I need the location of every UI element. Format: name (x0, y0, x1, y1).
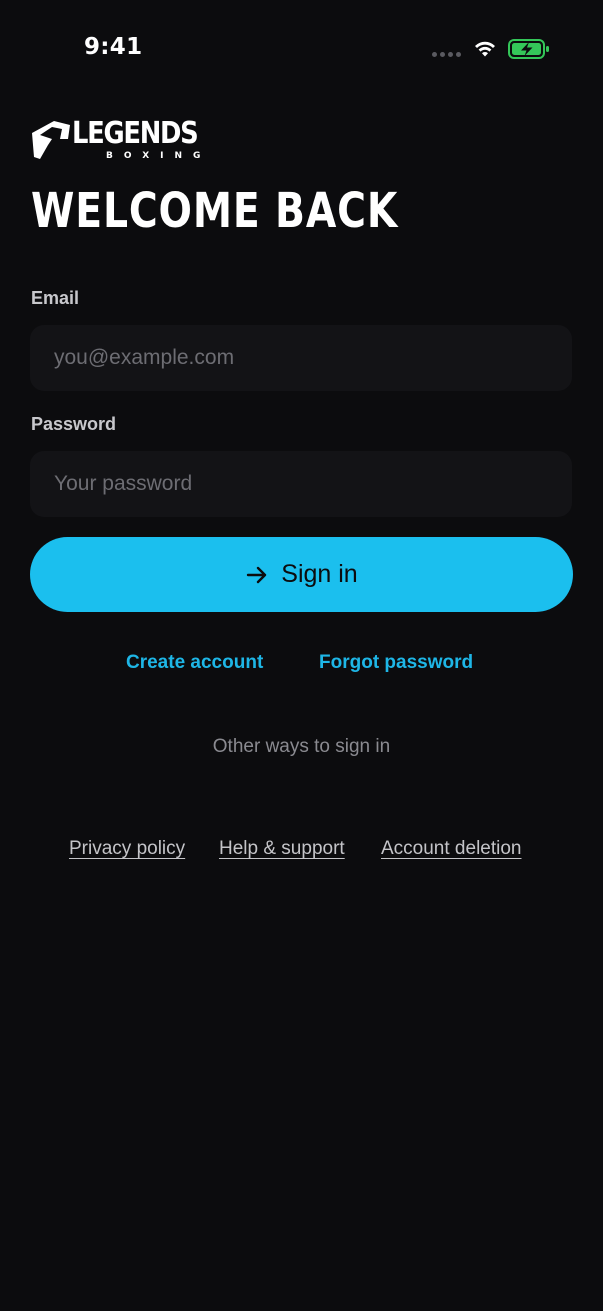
signal-dots-icon (432, 52, 461, 57)
email-label: Email (31, 288, 80, 308)
page-title: WELCOME BACK (31, 183, 399, 239)
status-bar: 9:41 (0, 0, 603, 96)
password-field[interactable] (30, 451, 572, 517)
legends-boxing-logo: LEGENDS BOXING (30, 117, 202, 163)
privacy-policy-link[interactable]: Privacy policy (69, 838, 185, 860)
password-label: Password (31, 414, 117, 434)
account-deletion-link[interactable]: Account deletion (381, 838, 522, 860)
logo-subtitle: BOXING (106, 151, 212, 161)
logo-wordmark: LEGENDS (72, 116, 199, 151)
logo-mark-icon (32, 121, 70, 159)
help-support-link[interactable]: Help & support (219, 838, 345, 860)
sign-in-button[interactable]: Sign in (30, 537, 573, 612)
create-account-link[interactable]: Create account (126, 652, 263, 674)
wifi-icon (475, 41, 495, 57)
sign-in-label: Sign in (281, 560, 358, 588)
battery-charging-icon (508, 39, 549, 59)
arrow-right-icon (247, 566, 267, 583)
other-ways-to-sign-in: Other ways to sign in (212, 736, 391, 757)
forgot-password-link[interactable]: Forgot password (319, 652, 473, 674)
email-field[interactable] (30, 325, 572, 391)
status-time: 9:41 (84, 34, 143, 60)
